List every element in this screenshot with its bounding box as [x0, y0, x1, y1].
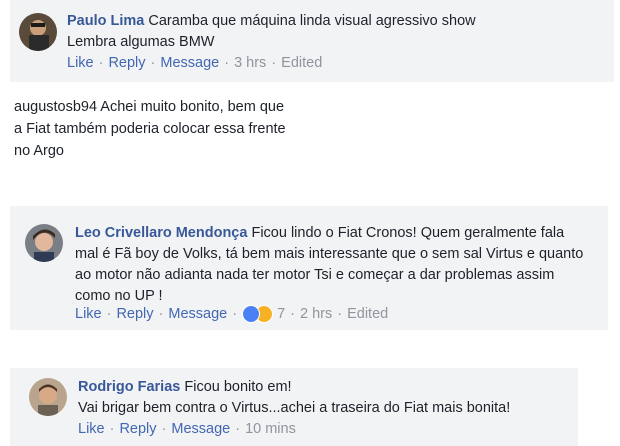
reply-button[interactable]: Reply [119, 421, 156, 437]
comment-text-line: Caramba que máquina linda visual agressi… [148, 13, 476, 29]
instagram-comment: augustosb94 Achei muito bonito, bem que … [14, 96, 394, 162]
comment-paulo-lima: Paulo Lima Caramba que máquina linda vis… [10, 0, 614, 82]
message-button[interactable]: Message [171, 421, 230, 437]
separator: · [290, 306, 295, 322]
like-button[interactable]: Like [67, 55, 94, 71]
comment-leo-crivellaro: Leo Crivellaro Mendonça Ficou lindo o Fi… [10, 206, 608, 330]
separator: · [337, 306, 343, 322]
message-button[interactable]: Message [168, 306, 227, 322]
reaction-count[interactable]: 7 [277, 306, 285, 322]
separator: · [271, 55, 277, 71]
separator: · [150, 55, 156, 71]
like-reaction-icon [242, 305, 261, 323]
commenter-name[interactable]: Rodrigo Farias [78, 379, 180, 395]
avatar-image [29, 378, 67, 416]
edited-label[interactable]: Edited [347, 306, 388, 322]
avatar[interactable] [19, 13, 57, 51]
comment-text-line: Lembra algumas BMW [67, 34, 215, 50]
timestamp[interactable]: 2 hrs [300, 306, 332, 322]
avatar-image [19, 13, 57, 51]
comment-text-line: como no UP ! [75, 288, 163, 304]
comment-body: Paulo Lima Caramba que máquina linda vis… [67, 11, 607, 53]
separator: · [109, 421, 115, 437]
comment-text-line: Ficou bonito em! [184, 379, 292, 395]
comment-text-line: mal é Fã boy de Volks, tá bem mais inter… [75, 246, 584, 262]
avatar[interactable] [25, 224, 63, 262]
timestamp[interactable]: 3 hrs [234, 55, 266, 71]
separator: · [106, 306, 112, 322]
commenter-name[interactable]: Paulo Lima [67, 13, 144, 29]
edited-label[interactable]: Edited [281, 55, 322, 71]
comment-text-line: Vai brigar bem contra o Virtus...achei a… [78, 400, 511, 416]
reply-button[interactable]: Reply [116, 306, 153, 322]
instagram-comment-line: no Argo [14, 143, 64, 159]
reply-button[interactable]: Reply [108, 55, 145, 71]
separator: · [224, 55, 230, 71]
comment-actions: Like · Reply · Message · 10 mins [78, 421, 296, 437]
commenter-name[interactable]: Leo Crivellaro Mendonça [75, 225, 247, 241]
comment-body: Rodrigo Farias Ficou bonito em! Vai brig… [78, 377, 573, 419]
like-button[interactable]: Like [75, 306, 102, 322]
comment-actions: Like · Reply · Message · 7 · 2 hrs · Edi… [75, 305, 388, 323]
reactions-summary[interactable] [242, 305, 274, 323]
separator: · [232, 306, 238, 322]
separator: · [235, 421, 241, 437]
separator: · [158, 306, 164, 322]
comment-body: Leo Crivellaro Mendonça Ficou lindo o Fi… [75, 223, 605, 307]
comment-rodrigo-farias: Rodrigo Farias Ficou bonito em! Vai brig… [10, 368, 578, 446]
comment-actions: Like · Reply · Message · 3 hrs · Edited [67, 55, 322, 71]
comment-text-line: ao motor não adianta nada ter motor Tsi … [75, 267, 555, 283]
avatar-image [25, 224, 63, 262]
timestamp[interactable]: 10 mins [245, 421, 296, 437]
message-button[interactable]: Message [160, 55, 219, 71]
like-button[interactable]: Like [78, 421, 105, 437]
instagram-comment-line: a Fiat também poderia colocar essa frent… [14, 121, 286, 137]
instagram-comment-line: augustosb94 Achei muito bonito, bem que [14, 99, 285, 115]
avatar[interactable] [29, 378, 67, 416]
separator: · [161, 421, 167, 437]
separator: · [98, 55, 104, 71]
comment-text-line: Ficou lindo o Fiat Cronos! Quem geralmen… [251, 225, 565, 241]
